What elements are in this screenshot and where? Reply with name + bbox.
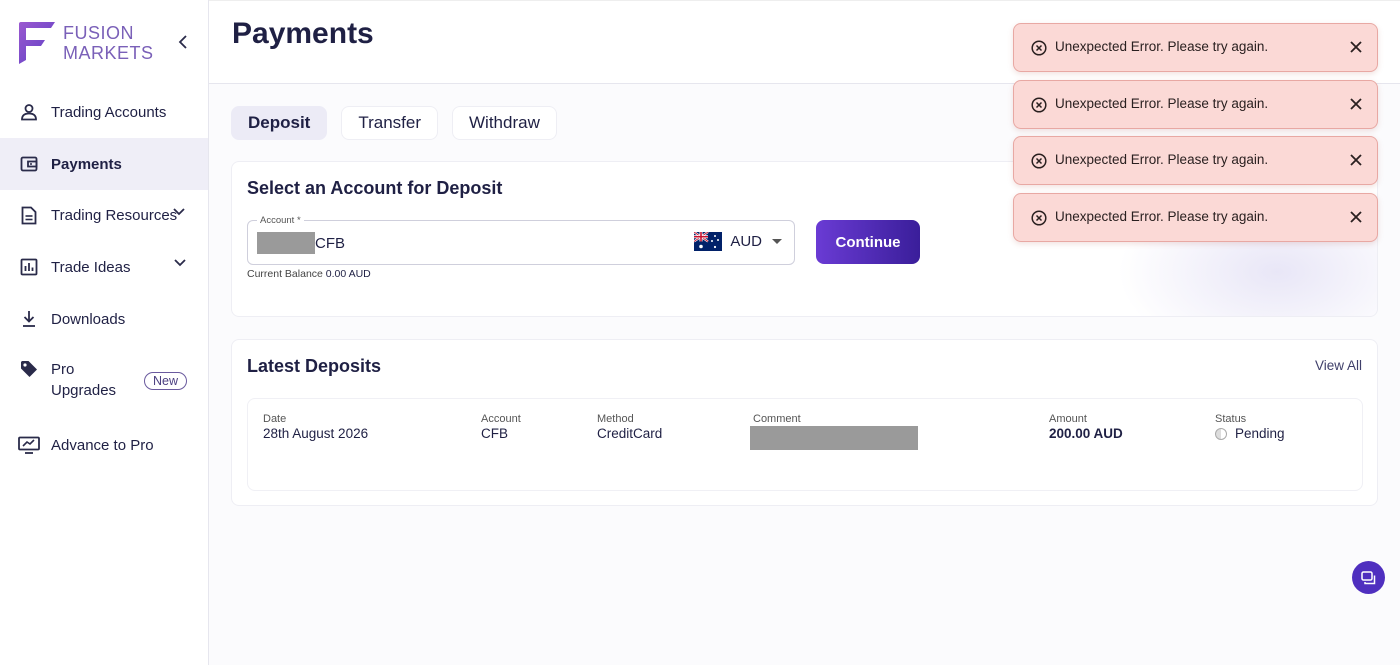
current-balance: Current Balance 0.00 AUD xyxy=(247,268,371,280)
chat-button[interactable] xyxy=(1352,561,1385,594)
error-icon xyxy=(1031,153,1047,169)
status-column: Status Pending xyxy=(1215,413,1285,441)
logo-line-1: FUSION xyxy=(63,23,135,43)
chart-icon xyxy=(18,256,40,278)
error-toast: Unexpected Error. Please try again. xyxy=(1013,193,1378,242)
chevron-left-icon xyxy=(178,35,187,49)
account-column: Account CFB xyxy=(481,413,521,441)
sidebar: FUSION MARKETS Trading Accounts Payments… xyxy=(0,0,209,665)
new-badge: New xyxy=(144,372,188,390)
toast-message: Unexpected Error. Please try again. xyxy=(1055,96,1269,111)
collapse-sidebar-button[interactable] xyxy=(174,32,192,52)
close-icon[interactable] xyxy=(1348,152,1364,168)
sidebar-item-label: Trade Ideas xyxy=(51,258,131,276)
page-title: Payments xyxy=(232,17,374,50)
fusion-markets-logo[interactable]: FUSION MARKETS xyxy=(17,20,154,66)
tab-deposit[interactable]: Deposit xyxy=(231,106,328,140)
currency-code: AUD xyxy=(730,233,762,250)
sidebar-item-trading-accounts[interactable]: Trading Accounts xyxy=(0,86,208,138)
sidebar-item-label: Downloads xyxy=(51,310,126,328)
deposit-account: CFB xyxy=(481,426,508,441)
logo-line-2: MARKETS xyxy=(63,43,154,63)
sidebar-item-trade-ideas[interactable]: Trade Ideas xyxy=(0,241,208,293)
tab-transfer[interactable]: Transfer xyxy=(341,106,439,140)
error-toast: Unexpected Error. Please try again. xyxy=(1013,136,1378,185)
user-icon xyxy=(18,101,40,123)
error-toast: Unexpected Error. Please try again. xyxy=(1013,80,1378,129)
column-header: Comment xyxy=(753,413,801,425)
sidebar-item-advance-to-pro[interactable]: Advance to Pro xyxy=(0,419,208,471)
sidebar-item-label: Advance to Pro xyxy=(51,436,154,454)
toast-message: Unexpected Error. Please try again. xyxy=(1055,152,1269,167)
chevron-down-icon xyxy=(174,259,186,267)
sidebar-item-label: Trading Accounts xyxy=(51,103,167,121)
error-toast: Unexpected Error. Please try again. xyxy=(1013,23,1378,72)
sidebar-nav: Trading Accounts Payments Trading Resour… xyxy=(0,86,208,471)
sidebar-item-payments[interactable]: Payments xyxy=(0,138,208,190)
redacted-account-number xyxy=(257,232,315,254)
error-icon xyxy=(1031,210,1047,226)
close-icon[interactable] xyxy=(1348,96,1364,112)
account-select[interactable]: Account * CFB AUD xyxy=(247,215,795,265)
latest-deposits-title: Latest Deposits xyxy=(247,356,382,376)
payment-tabs: Deposit Transfer Withdraw xyxy=(231,106,557,140)
status-text: Pending xyxy=(1235,426,1285,441)
comment-column: Comment xyxy=(753,413,801,425)
deposit-amount: 200.00 AUD xyxy=(1049,426,1123,441)
australia-flag-icon xyxy=(694,232,723,251)
redacted-comment xyxy=(750,426,918,450)
column-header: Date xyxy=(263,413,287,425)
column-header: Status xyxy=(1215,413,1247,425)
pending-icon xyxy=(1215,427,1227,440)
sidebar-item-label: Trading Resources xyxy=(51,207,178,224)
chevron-down-icon xyxy=(173,208,185,216)
tab-withdraw[interactable]: Withdraw xyxy=(452,106,557,140)
deposit-card-title: Select an Account for Deposit xyxy=(247,178,503,198)
balance-label: Current Balance xyxy=(247,268,323,280)
table-row[interactable]: Date 28th August 2026 Account CFB Method… xyxy=(247,398,1363,491)
sidebar-item-label: Payments xyxy=(51,155,122,173)
status-badge: Pending xyxy=(1215,426,1285,441)
wallet-icon xyxy=(18,153,40,175)
chat-icon xyxy=(1361,570,1376,584)
method-column: Method CreditCard xyxy=(597,413,662,441)
tag-icon xyxy=(18,358,40,380)
account-value: CFB xyxy=(257,232,345,254)
error-icon xyxy=(1031,97,1047,113)
account-type: CFB xyxy=(315,234,345,252)
amount-column: Amount 200.00 AUD xyxy=(1049,413,1123,441)
dropdown-caret-icon xyxy=(772,239,782,244)
column-header: Amount xyxy=(1049,413,1087,425)
download-icon xyxy=(18,308,40,330)
toast-message: Unexpected Error. Please try again. xyxy=(1055,39,1269,54)
sidebar-item-label: Pro Upgrades xyxy=(51,361,117,399)
sidebar-item-downloads[interactable]: Downloads xyxy=(0,293,208,345)
document-icon xyxy=(18,205,40,227)
sidebar-item-trading-resources[interactable]: Trading Resources xyxy=(0,190,208,241)
toast-message: Unexpected Error. Please try again. xyxy=(1055,209,1269,224)
close-icon[interactable] xyxy=(1348,39,1364,55)
continue-button[interactable]: Continue xyxy=(816,220,920,264)
date-column: Date 28th August 2026 xyxy=(263,413,368,441)
logo-text: FUSION MARKETS xyxy=(63,23,154,63)
latest-deposits-card: Latest Deposits View All Date 28th Augus… xyxy=(231,339,1378,506)
column-header: Account xyxy=(481,413,521,425)
deposit-method: CreditCard xyxy=(597,426,663,441)
error-icon xyxy=(1031,40,1047,56)
sidebar-item-pro-upgrades[interactable]: Pro Upgrades New xyxy=(0,345,208,417)
view-all-link[interactable]: View All xyxy=(1315,358,1362,373)
logo-mark-icon xyxy=(19,22,55,64)
balance-value: 0.00 AUD xyxy=(325,268,371,280)
monitor-icon xyxy=(18,434,40,456)
column-header: Method xyxy=(597,413,634,425)
close-icon[interactable] xyxy=(1348,209,1364,225)
account-field-label: Account * xyxy=(257,215,304,226)
currency-display: AUD xyxy=(694,232,782,251)
deposit-date: 28th August 2026 xyxy=(263,426,369,441)
